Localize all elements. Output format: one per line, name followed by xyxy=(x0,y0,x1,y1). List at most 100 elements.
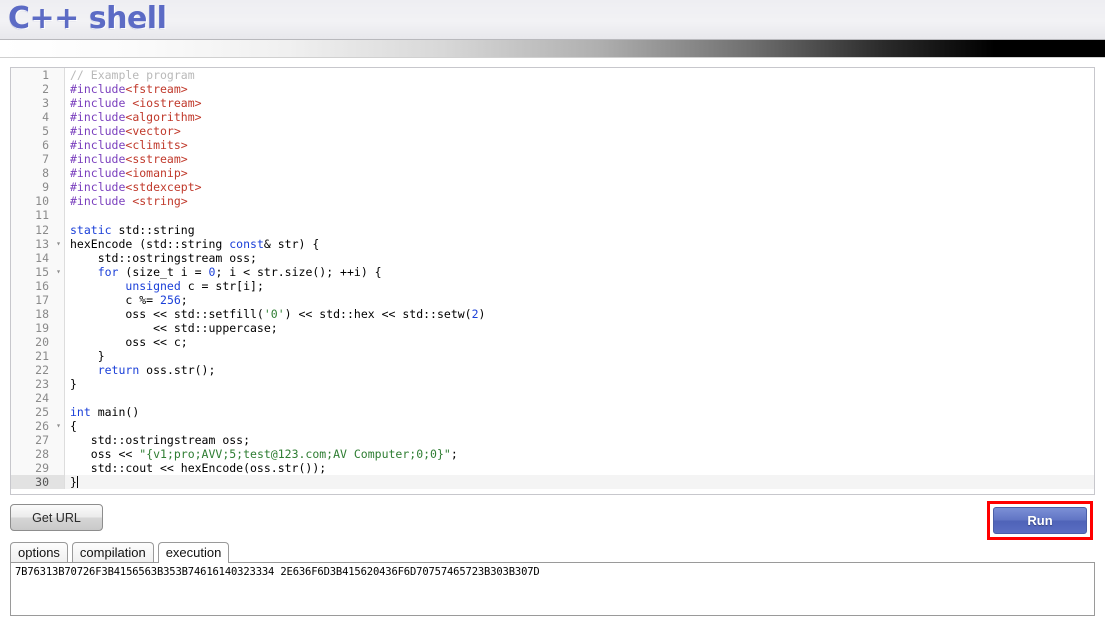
fold-spacer xyxy=(53,475,64,490)
code-text: #include <iostream> xyxy=(70,96,202,111)
code-text: c %= 256; xyxy=(70,292,188,307)
fold-spacer xyxy=(53,447,64,462)
code-text: #include <string> xyxy=(70,194,188,209)
fold-spacer xyxy=(53,292,64,307)
site-logo: C++ shell xyxy=(8,1,167,36)
header-gradient-edge xyxy=(0,57,1105,58)
code-line[interactable]: 29 std::cout << hexEncode(oss.str()); xyxy=(11,461,1094,476)
code-line[interactable]: 5 #include<vector> xyxy=(11,124,1094,139)
code-text: static std::string xyxy=(70,222,195,237)
get-url-button[interactable]: Get URL xyxy=(10,504,103,531)
code-line[interactable]: 17 c %= 256; xyxy=(11,292,1094,307)
line-number: 2 xyxy=(11,82,53,97)
fold-spacer xyxy=(53,124,64,139)
fold-spacer xyxy=(53,180,64,195)
code-line[interactable]: 16 unsigned c = str[i]; xyxy=(11,278,1094,293)
fold-toggle-icon[interactable]: ▾ xyxy=(53,264,64,279)
code-text: #include<algorithm> xyxy=(70,110,202,125)
tab-execution[interactable]: execution xyxy=(157,542,230,563)
code-line[interactable]: 25 int main() xyxy=(11,405,1094,420)
code-line[interactable]: 3 #include <iostream> xyxy=(11,96,1094,111)
code-text: } xyxy=(70,348,105,363)
fold-spacer xyxy=(53,194,64,209)
fold-toggle-icon[interactable]: ▾ xyxy=(53,419,64,434)
code-text: std::ostringstream oss; xyxy=(70,250,257,265)
line-number: 17 xyxy=(11,292,53,307)
code-line[interactable]: 19 << std::uppercase; xyxy=(11,320,1094,335)
fold-spacer xyxy=(53,222,64,237)
code-line[interactable]: 26 ▾ { xyxy=(11,419,1094,434)
code-editor-panel[interactable]: 1 // Example program 2 #include<fstream> 3 #i… xyxy=(10,67,1095,495)
code-text: // Example program xyxy=(70,68,195,82)
fold-spacer xyxy=(53,208,64,223)
code-text: #include<climits> xyxy=(70,138,188,153)
code-line[interactable]: 9 #include<stdexcept> xyxy=(11,180,1094,195)
code-line[interactable]: 24 xyxy=(11,391,1094,406)
code-line[interactable]: 22 return oss.str(); xyxy=(11,362,1094,378)
fold-spacer xyxy=(53,348,64,363)
code-line[interactable]: 10 #include <string> xyxy=(11,194,1094,209)
line-number: 5 xyxy=(11,124,53,139)
site-header: C++ shell xyxy=(0,0,1105,40)
code-text: { xyxy=(70,419,77,434)
output-panel[interactable]: 7B76313B70726F3B4156563B353B746161403233… xyxy=(10,562,1095,616)
code-text: oss << "{v1;pro;AVV;5;test@123.com;AV Co… xyxy=(70,447,458,462)
code-text: return oss.str(); xyxy=(97,362,216,377)
fold-spacer xyxy=(53,152,64,167)
code-line[interactable]: 21 } xyxy=(11,348,1094,363)
line-number: 1 xyxy=(11,68,53,83)
code-line[interactable]: 7 #include<sstream> xyxy=(11,152,1094,167)
code-line[interactable]: 27 std::ostringstream oss; xyxy=(11,433,1094,448)
code-text: #include<fstream> xyxy=(70,82,188,97)
code-text: << std::uppercase; xyxy=(70,320,278,335)
code-line[interactable]: 6 #include<climits> xyxy=(11,138,1094,153)
line-number: 3 xyxy=(11,96,53,111)
code-editor[interactable]: 1 // Example program 2 #include<fstream> 3 #i… xyxy=(11,68,1094,494)
code-text: for (size_t i = 0; i < str.size(); ++i) … xyxy=(97,264,382,279)
line-number: 18 xyxy=(11,306,53,321)
code-line[interactable]: 4 #include<algorithm> xyxy=(11,110,1094,125)
code-text: #include<iomanip> xyxy=(70,166,188,181)
fold-spacer xyxy=(53,166,64,181)
code-text: std::cout << hexEncode(oss.str()); xyxy=(70,461,327,476)
code-text: oss << c; xyxy=(70,334,188,349)
execution-output-text: 7B76313B70726F3B4156563B353B746161403233… xyxy=(15,566,540,578)
run-button[interactable]: Run xyxy=(993,507,1087,534)
code-line[interactable]: 18 oss << std::setfill('0') << std::hex … xyxy=(11,306,1094,321)
code-line[interactable]: 30} xyxy=(11,475,1094,490)
code-line[interactable]: 23} xyxy=(11,377,1094,392)
code-line[interactable]: 1 // Example program xyxy=(11,68,1094,83)
fold-spacer xyxy=(53,250,64,265)
tab-compilation[interactable]: compilation xyxy=(71,542,154,562)
code-line[interactable]: 2 #include<fstream> xyxy=(11,82,1094,97)
code-text: } xyxy=(70,377,77,392)
line-number: 7 xyxy=(11,152,53,167)
line-number: 27 xyxy=(11,433,53,448)
line-number: 30 xyxy=(11,475,53,490)
code-text: #include<stdexcept> xyxy=(70,180,202,195)
line-number: 11 xyxy=(11,208,53,223)
code-text: hexEncode (std::string const& str) { xyxy=(70,236,320,251)
code-line[interactable]: 15 ▾ for (size_t i = 0; i < str.size(); +… xyxy=(11,264,1094,279)
fold-spacer xyxy=(53,320,64,335)
code-line[interactable]: 12 static std::string xyxy=(11,222,1094,237)
tab-options[interactable]: options xyxy=(10,542,68,562)
fold-spacer xyxy=(53,278,64,293)
fold-toggle-icon[interactable]: ▾ xyxy=(53,236,64,251)
fold-spacer xyxy=(53,461,64,476)
line-number: 28 xyxy=(11,447,53,462)
code-line[interactable]: 11 xyxy=(11,208,1094,223)
code-line[interactable]: 8 #include<iomanip> xyxy=(11,166,1094,181)
code-line[interactable]: 14 std::ostringstream oss; xyxy=(11,250,1094,265)
fold-spacer xyxy=(53,82,64,97)
code-line[interactable]: 28 oss << "{v1;pro;AVV;5;test@123.com;AV… xyxy=(11,447,1094,462)
editor-action-row: Get URL Run xyxy=(10,501,1095,540)
code-text: unsigned c = str[i]; xyxy=(125,278,264,293)
line-number: 23 xyxy=(11,377,53,392)
code-line[interactable]: 20 oss << c; xyxy=(11,334,1094,349)
code-line[interactable]: 13 ▾ hexEncode (std::string const& str) { xyxy=(11,236,1094,251)
fold-spacer xyxy=(53,391,64,406)
fold-spacer xyxy=(53,138,64,153)
